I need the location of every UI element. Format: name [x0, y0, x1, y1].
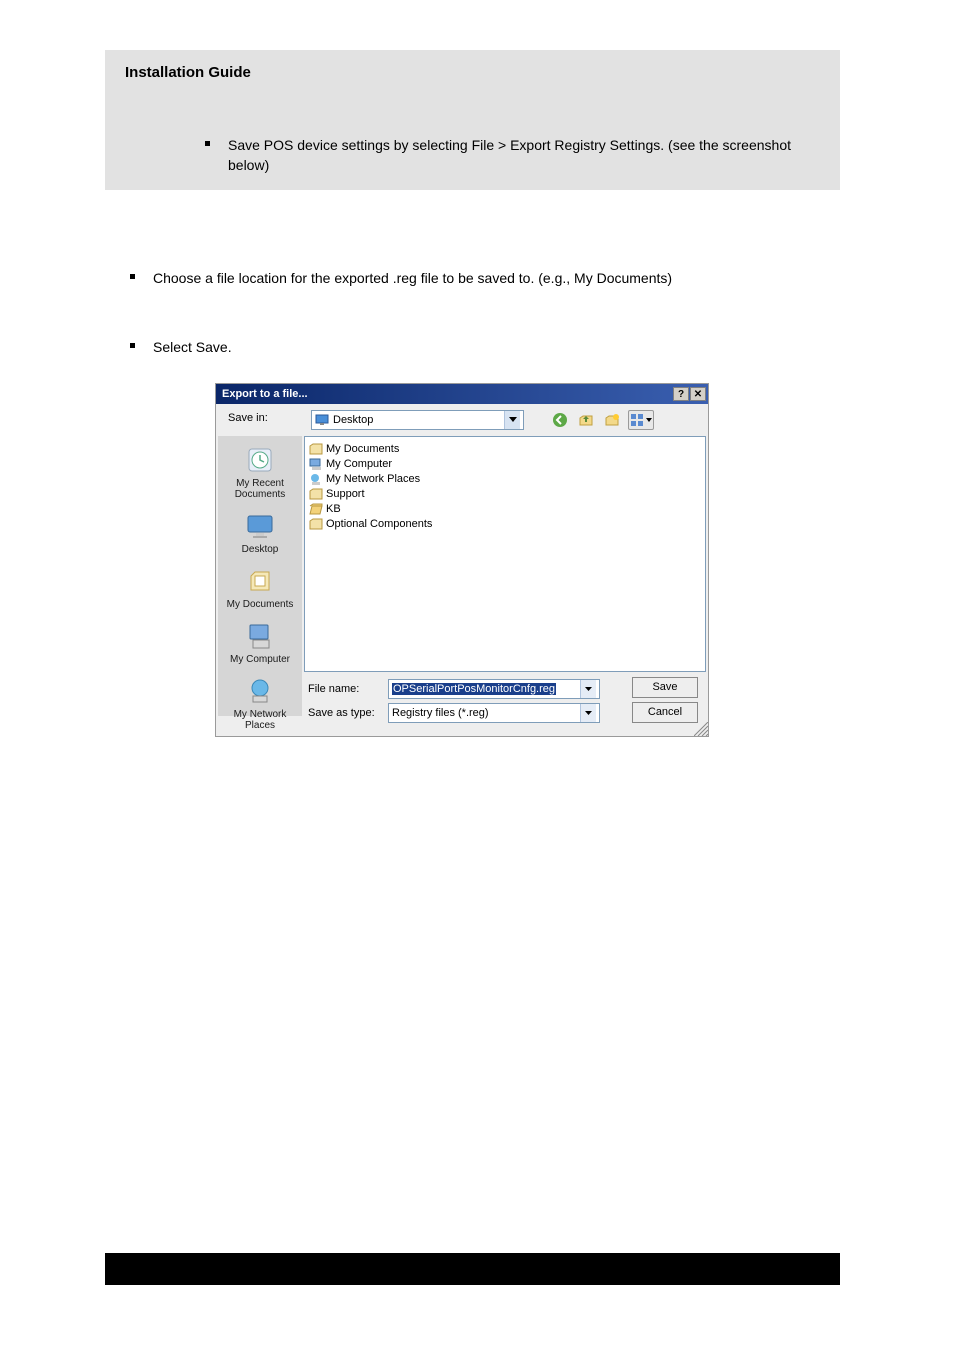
file-name-label: File name: [308, 683, 380, 695]
documents-icon [244, 565, 276, 597]
sidebar-item-label: My Network Places [220, 709, 300, 731]
sidebar-item-label: My Recent Documents [220, 478, 300, 500]
chevron-down-icon[interactable] [580, 680, 596, 698]
file-name-value: OPSerialPortPosMonitorCnfg.reg [392, 683, 556, 695]
dialog-titlebar[interactable]: Export to a file... ? ✕ [216, 384, 708, 404]
sidebar-item-desktop[interactable]: Desktop [220, 506, 300, 559]
instruction-item-2: Choose a file location for the exported … [130, 268, 810, 288]
sidebar-item-label: My Computer [220, 654, 300, 665]
save-as-type-value: Registry files (*.reg) [392, 707, 489, 719]
file-item[interactable]: KB [309, 501, 701, 516]
folder-open-icon [309, 502, 323, 516]
new-folder-button[interactable] [602, 410, 622, 430]
file-item[interactable]: My Computer [309, 456, 701, 471]
up-folder-icon [578, 412, 594, 428]
page-title: Installation Guide [125, 64, 251, 81]
save-in-combo[interactable]: Desktop [311, 410, 524, 430]
chevron-down-icon [646, 418, 652, 422]
dialog-title: Export to a file... [222, 388, 308, 400]
network-places-icon [244, 675, 276, 707]
instruction-text: Select Save. [153, 337, 232, 357]
file-name: Optional Components [326, 518, 432, 530]
close-icon: ✕ [694, 389, 702, 400]
save-in-value: Desktop [333, 414, 373, 426]
sidebar-item-label: Desktop [220, 544, 300, 555]
save-as-type-label: Save as type: [308, 707, 380, 719]
sidebar-item-my-computer[interactable]: My Computer [220, 616, 300, 669]
folder-icon [309, 442, 323, 456]
views-button[interactable] [628, 410, 654, 430]
folder-icon [309, 517, 323, 531]
file-item[interactable]: Optional Components [309, 516, 701, 531]
resize-grip-icon[interactable] [694, 722, 708, 736]
instruction-text: Choose a file location for the exported … [153, 268, 672, 288]
bullet-icon [130, 343, 135, 348]
file-list[interactable]: My Documents My Computer My Network Plac… [304, 436, 706, 672]
places-sidebar: My Recent Documents Desktop My Documents… [218, 436, 302, 716]
instruction-text: Save POS device settings by selecting Fi… [228, 135, 805, 176]
dialog-toolbar: Desktop [216, 404, 708, 436]
file-name: My Computer [326, 458, 392, 470]
help-icon: ? [678, 389, 684, 400]
help-button[interactable]: ? [673, 387, 689, 401]
network-icon [309, 472, 323, 486]
folder-icon [309, 487, 323, 501]
computer-icon [244, 620, 276, 652]
back-icon [552, 412, 568, 428]
file-name: KB [326, 503, 341, 515]
sidebar-item-my-documents[interactable]: My Documents [220, 561, 300, 614]
close-button[interactable]: ✕ [690, 387, 706, 401]
file-name-input[interactable]: OPSerialPortPosMonitorCnfg.reg [388, 679, 600, 699]
sidebar-item-my-recent-documents[interactable]: My Recent Documents [220, 440, 300, 504]
sidebar-item-my-network-places[interactable]: My Network Places [220, 671, 300, 735]
views-icon [630, 413, 644, 427]
computer-icon [309, 457, 323, 471]
desktop-icon [244, 510, 276, 542]
file-name: My Documents [326, 443, 399, 455]
file-item[interactable]: My Network Places [309, 471, 701, 486]
file-name: Support [326, 488, 365, 500]
chevron-down-icon[interactable] [580, 704, 596, 722]
chevron-down-icon[interactable] [504, 411, 520, 429]
file-name: My Network Places [326, 473, 420, 485]
export-dialog: Export to a file... ? ✕ Save in: Desktop [215, 383, 709, 737]
instruction-item-3: Select Save. [130, 337, 810, 357]
up-one-level-button[interactable] [576, 410, 596, 430]
save-button[interactable]: Save [632, 677, 698, 698]
save-in-label: Save in: [228, 412, 268, 424]
cancel-button[interactable]: Cancel [632, 702, 698, 723]
footer-bar [105, 1253, 840, 1285]
file-item[interactable]: My Documents [309, 441, 701, 456]
sidebar-item-label: My Documents [220, 599, 300, 610]
save-as-type-select[interactable]: Registry files (*.reg) [388, 703, 600, 723]
bullet-icon [130, 274, 135, 279]
back-button[interactable] [550, 410, 570, 430]
bullet-icon [205, 141, 210, 146]
file-item[interactable]: Support [309, 486, 701, 501]
desktop-icon [315, 413, 329, 427]
instruction-item-1: Save POS device settings by selecting Fi… [205, 135, 805, 176]
new-folder-icon [604, 412, 620, 428]
recent-documents-icon [244, 444, 276, 476]
